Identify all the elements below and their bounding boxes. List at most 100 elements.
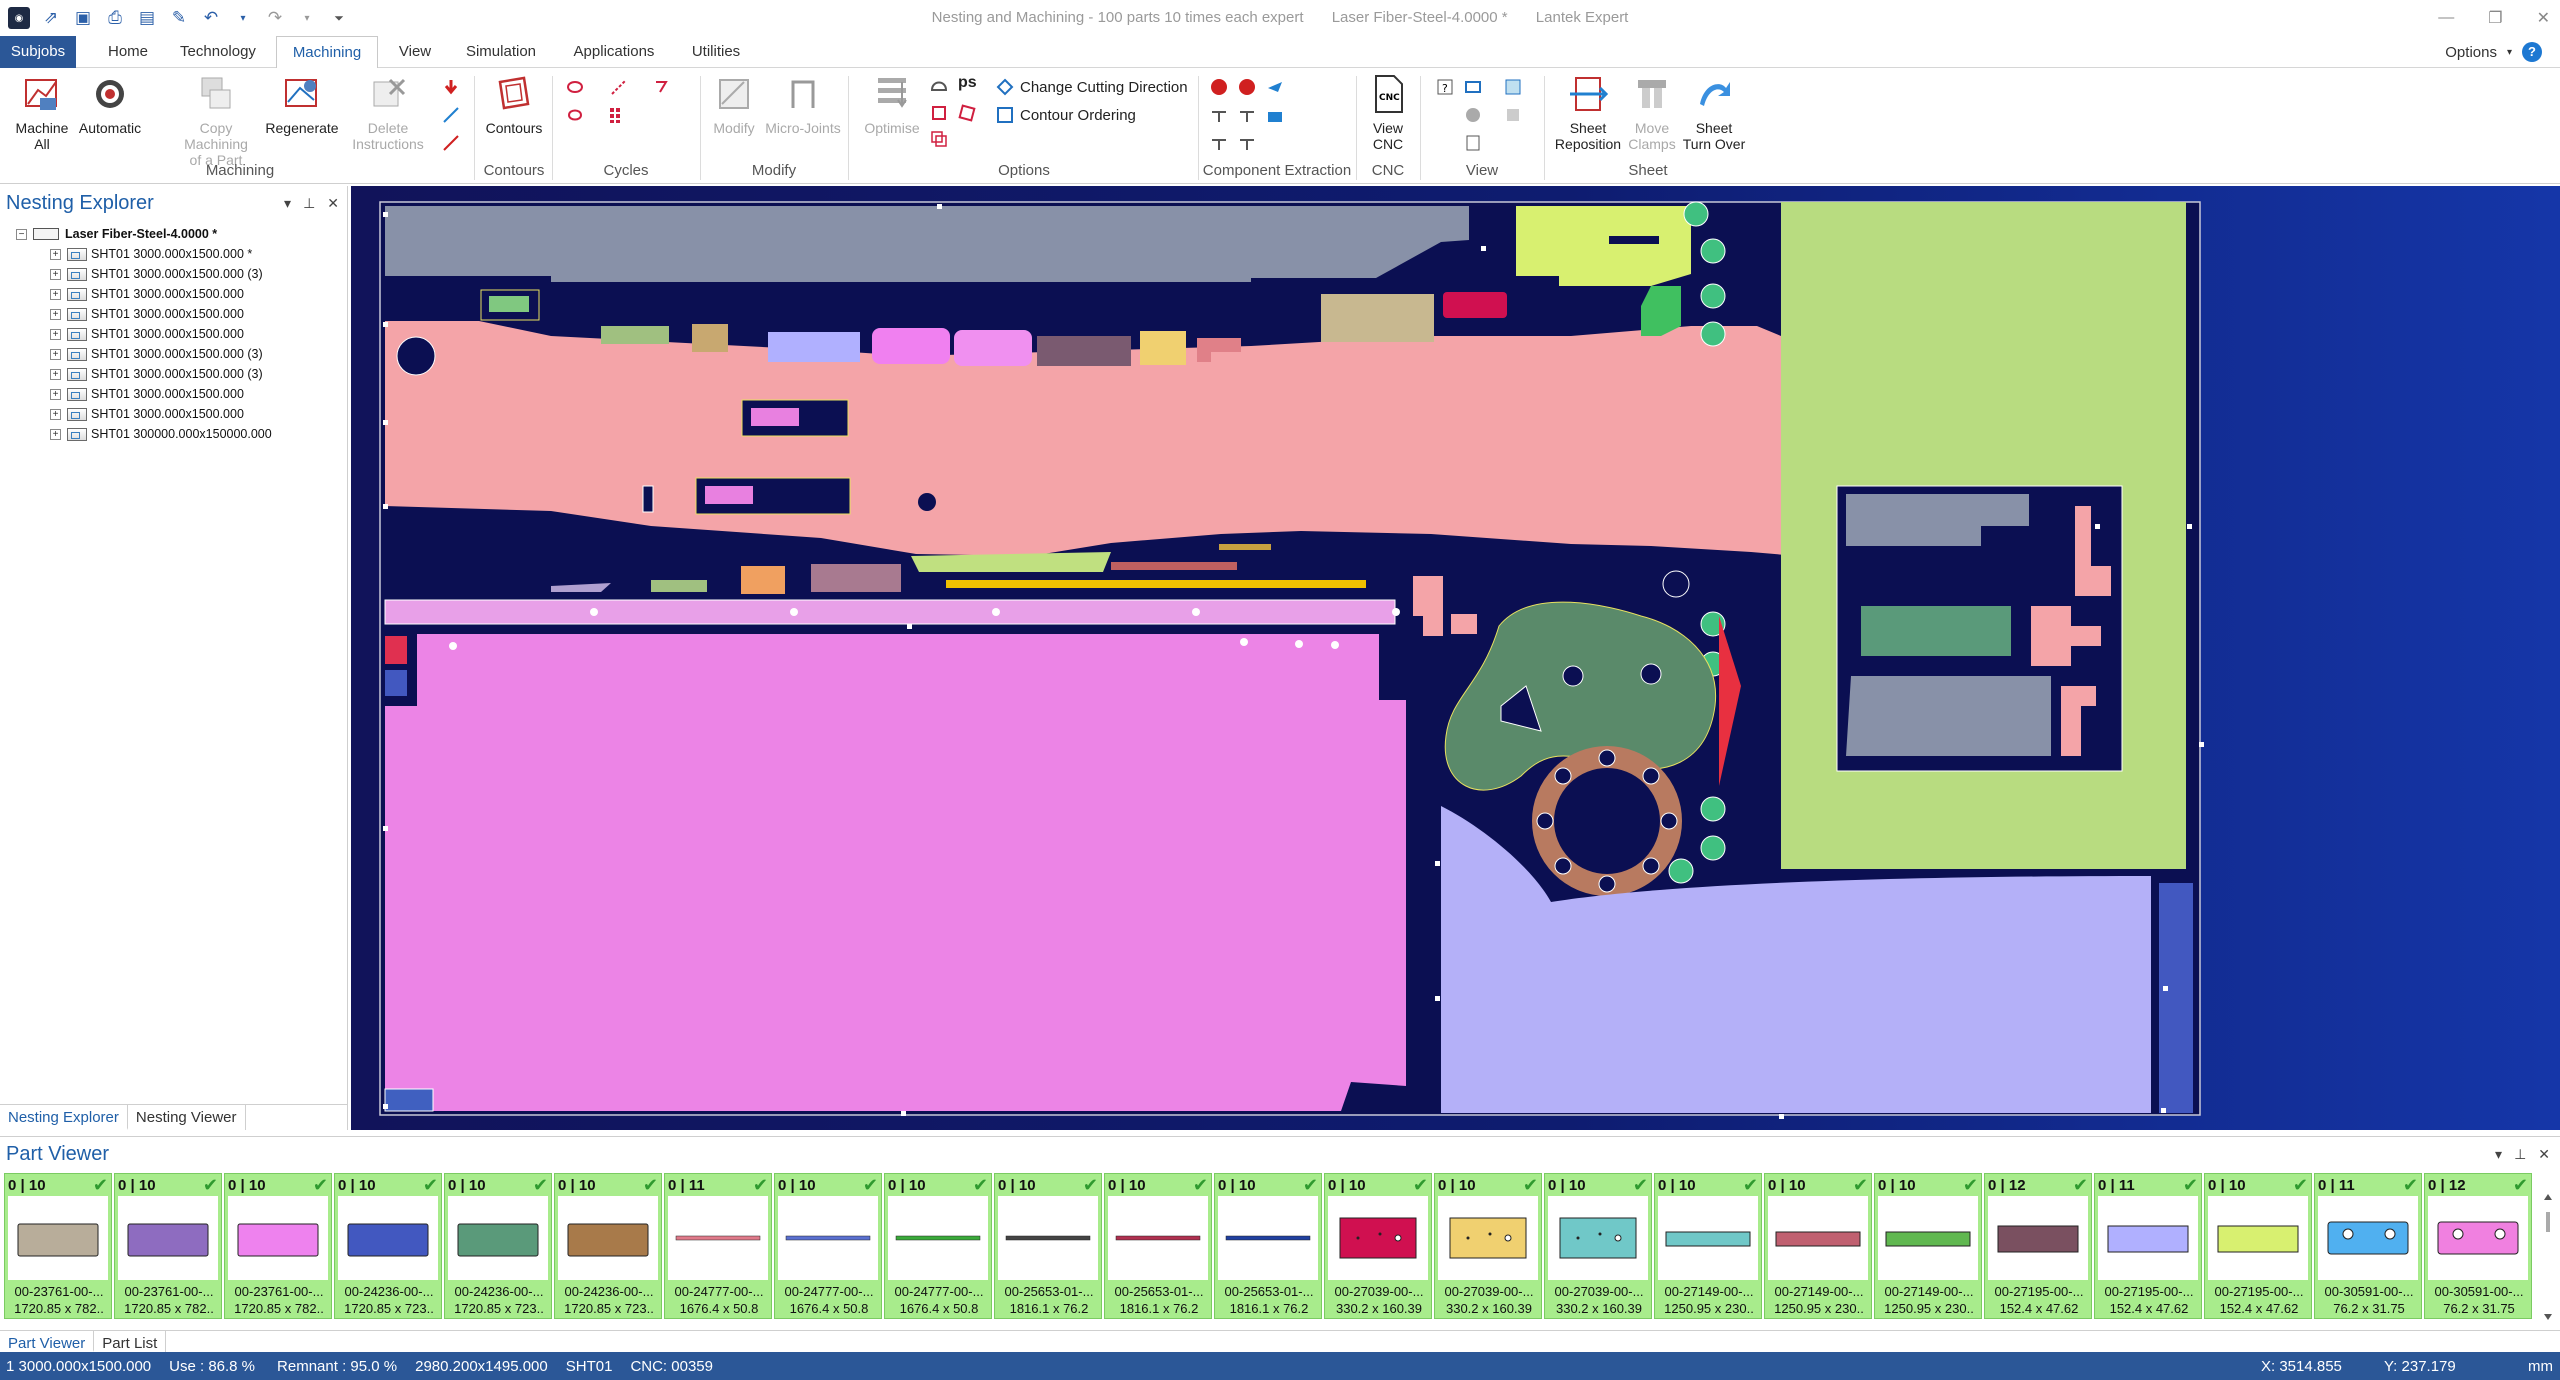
sheet-reposition-button[interactable]: Sheet Reposition <box>1548 74 1628 152</box>
tree-item-sheet[interactable]: + SHT01 3000.000x1500.000 <box>0 284 348 304</box>
preview-icon[interactable]: ▤ <box>136 7 158 29</box>
save-icon[interactable]: ▣ <box>72 7 94 29</box>
undo-dropdown-icon[interactable]: ▾ <box>232 7 254 29</box>
line-tool-icon[interactable] <box>442 106 460 124</box>
view-list-icon[interactable] <box>1464 78 1482 96</box>
expand-icon[interactable]: + <box>50 428 61 440</box>
expand-icon[interactable]: + <box>50 368 61 380</box>
part-card[interactable]: 0 | 11 ✔ 00-27195-00-... 152.4 x 47.62 <box>2094 1173 2202 1319</box>
sheet-drawing[interactable] <box>351 186 2560 1130</box>
panel-menu-icon[interactable]: ▾ <box>284 195 291 212</box>
ps-tool-icon[interactable]: ps <box>958 74 977 92</box>
part-card[interactable]: 0 | 10 ✔ 00-24236-00-... 1720.85 x 723.. <box>554 1173 662 1319</box>
copy-tool-icon[interactable] <box>930 130 948 148</box>
tab-applications[interactable]: Applications <box>564 36 664 68</box>
tree-item-sheet[interactable]: + SHT01 3000.000x1500.000 <box>0 404 348 424</box>
part-card[interactable]: 0 | 11 ✔ 00-24777-00-... 1676.4 x 50.8 <box>664 1173 772 1319</box>
optimise-button[interactable]: Optimise <box>852 74 932 136</box>
part-viewer-scrollbar[interactable] <box>2542 1192 2554 1322</box>
tab-machining[interactable]: Machining <box>276 36 378 69</box>
part-card[interactable]: 0 | 11 ✔ 00-30591-00-... 76.2 x 31.75 <box>2314 1173 2422 1319</box>
stop-red-icon-2[interactable] <box>1238 78 1256 96</box>
view-shape2-icon[interactable] <box>1504 106 1522 124</box>
tab-nesting-viewer[interactable]: Nesting Viewer <box>128 1105 246 1130</box>
cycle-grid-icon[interactable] <box>608 106 626 124</box>
contour-ordering-button[interactable]: Contour Ordering <box>996 106 1136 124</box>
tab-part-list[interactable]: Part List <box>94 1331 167 1352</box>
pv-close-icon[interactable]: ✕ <box>2538 1146 2550 1163</box>
regenerate-button[interactable]: Regenerate <box>262 74 342 136</box>
help-icon[interactable]: ? <box>2522 42 2542 62</box>
part-card[interactable]: 0 | 10 ✔ 00-27149-00-... 1250.95 x 230.. <box>1654 1173 1762 1319</box>
close-icon[interactable]: ✕ <box>2537 8 2550 28</box>
pin-icon[interactable]: ⊥ <box>303 195 315 212</box>
tab-part-viewer[interactable]: Part Viewer <box>0 1331 95 1352</box>
arc-tool-icon[interactable] <box>930 76 948 94</box>
part-card[interactable]: 0 | 10 ✔ 00-23761-00-... 1720.85 x 782.. <box>224 1173 332 1319</box>
tab-view[interactable]: View <box>392 36 438 68</box>
options-label[interactable]: Options <box>2445 44 2497 61</box>
part-card[interactable]: 0 | 10 ✔ 00-25653-01-... 1816.1 x 76.2 <box>1104 1173 1212 1319</box>
expand-icon[interactable]: + <box>50 288 61 300</box>
sheet-turn-over-button[interactable]: Sheet Turn Over <box>1676 74 1752 152</box>
tree-item-sheet[interactable]: + SHT01 3000.000x1500.000 <box>0 304 348 324</box>
tree-item-sheet[interactable]: + SHT01 3000.000x1500.000 <box>0 324 348 344</box>
tree-item-sheet[interactable]: + SHT01 300000.000x150000.000 <box>0 424 348 444</box>
minimize-icon[interactable]: — <box>2438 9 2454 27</box>
part-card[interactable]: 0 | 10 ✔ 00-25653-01-... 1816.1 x 76.2 <box>994 1173 1102 1319</box>
part-card[interactable]: 0 | 10 ✔ 00-27039-00-... 330.2 x 160.39 <box>1544 1173 1652 1319</box>
restore-icon[interactable]: ❐ <box>2488 8 2502 28</box>
expand-icon[interactable]: + <box>50 408 61 420</box>
part-card[interactable]: 0 | 10 ✔ 00-24236-00-... 1720.85 x 723.. <box>444 1173 552 1319</box>
tab-nesting-explorer[interactable]: Nesting Explorer <box>0 1105 128 1130</box>
redo-icon[interactable]: ↷ <box>264 7 286 29</box>
machine-all-button[interactable]: Machine All <box>10 74 74 152</box>
expand-icon[interactable]: + <box>50 308 61 320</box>
options-menu[interactable]: Options ▾ ? <box>2445 36 2542 68</box>
part-card[interactable]: 0 | 10 ✔ 00-24777-00-... 1676.4 x 50.8 <box>884 1173 992 1319</box>
customize-qat-icon[interactable]: ⏷ <box>328 7 350 29</box>
part-card[interactable]: 0 | 10 ✔ 00-27195-00-... 152.4 x 47.62 <box>2204 1173 2312 1319</box>
copy-machining-button[interactable]: Copy Machining of a Part <box>168 74 264 168</box>
view-grid-icon[interactable] <box>1504 78 1522 96</box>
tab-simulation[interactable]: Simulation <box>458 36 544 68</box>
tab-utilities[interactable]: Utilities <box>684 36 748 68</box>
micro-joints-button[interactable]: Micro-Joints <box>762 74 844 136</box>
tab-subjobs[interactable]: Subjobs <box>0 36 76 68</box>
down-arrow-tool-icon[interactable] <box>442 78 460 96</box>
help-view-icon[interactable]: ? <box>1436 78 1454 96</box>
tree-item-sheet[interactable]: + SHT01 3000.000x1500.000 (3) <box>0 364 348 384</box>
print-icon[interactable]: ⎙ <box>104 7 126 29</box>
plane-icon[interactable] <box>1266 78 1284 96</box>
pv-pin-icon[interactable]: ⊥ <box>2514 1146 2526 1163</box>
tree-item-sheet[interactable]: + SHT01 3000.000x1500.000 * <box>0 244 348 264</box>
tree-root[interactable]: − Laser Fiber-Steel-4.0000 * <box>0 224 348 244</box>
collapse-icon[interactable]: − <box>16 228 27 240</box>
undo-icon[interactable]: ↶ <box>200 7 222 29</box>
open-icon[interactable]: ⇗ <box>40 7 62 29</box>
delete-instructions-button[interactable]: Delete Instructions <box>340 74 436 152</box>
change-cutting-direction-button[interactable]: Change Cutting Direction <box>996 78 1188 96</box>
move-clamps-button[interactable]: Move Clamps <box>1628 74 1676 152</box>
view-doc-icon[interactable] <box>1464 134 1482 152</box>
expand-icon[interactable]: + <box>50 348 61 360</box>
expand-icon[interactable]: + <box>50 388 61 400</box>
diagonal-tool-icon[interactable] <box>442 134 460 152</box>
extract-icon-5[interactable] <box>1238 134 1256 152</box>
extract-icon-4[interactable] <box>1210 134 1228 152</box>
part-card[interactable]: 0 | 10 ✔ 00-27039-00-... 330.2 x 160.39 <box>1324 1173 1432 1319</box>
modify-button[interactable]: Modify <box>704 74 764 136</box>
part-card[interactable]: 0 | 10 ✔ 00-27039-00-... 330.2 x 160.39 <box>1434 1173 1542 1319</box>
extract-icon-2[interactable] <box>1238 106 1256 124</box>
extract-icon-3[interactable] <box>1266 106 1284 124</box>
cycle-line-icon[interactable] <box>610 78 628 96</box>
part-card[interactable]: 0 | 10 ✔ 00-23761-00-... 1720.85 x 782.. <box>4 1173 112 1319</box>
view-cnc-button[interactable]: CNC View CNC <box>1360 74 1416 152</box>
edit-icon[interactable]: ✎ <box>168 7 190 29</box>
part-card[interactable]: 0 | 10 ✔ 00-24236-00-... 1720.85 x 723.. <box>334 1173 442 1319</box>
square-tool-icon[interactable] <box>958 104 976 122</box>
part-card[interactable]: 0 | 10 ✔ 00-27149-00-... 1250.95 x 230.. <box>1874 1173 1982 1319</box>
contours-button[interactable]: Contours <box>478 74 550 136</box>
part-card[interactable]: 0 | 10 ✔ 00-23761-00-... 1720.85 x 782.. <box>114 1173 222 1319</box>
part-card[interactable]: 0 | 12 ✔ 00-27195-00-... 152.4 x 47.62 <box>1984 1173 2092 1319</box>
